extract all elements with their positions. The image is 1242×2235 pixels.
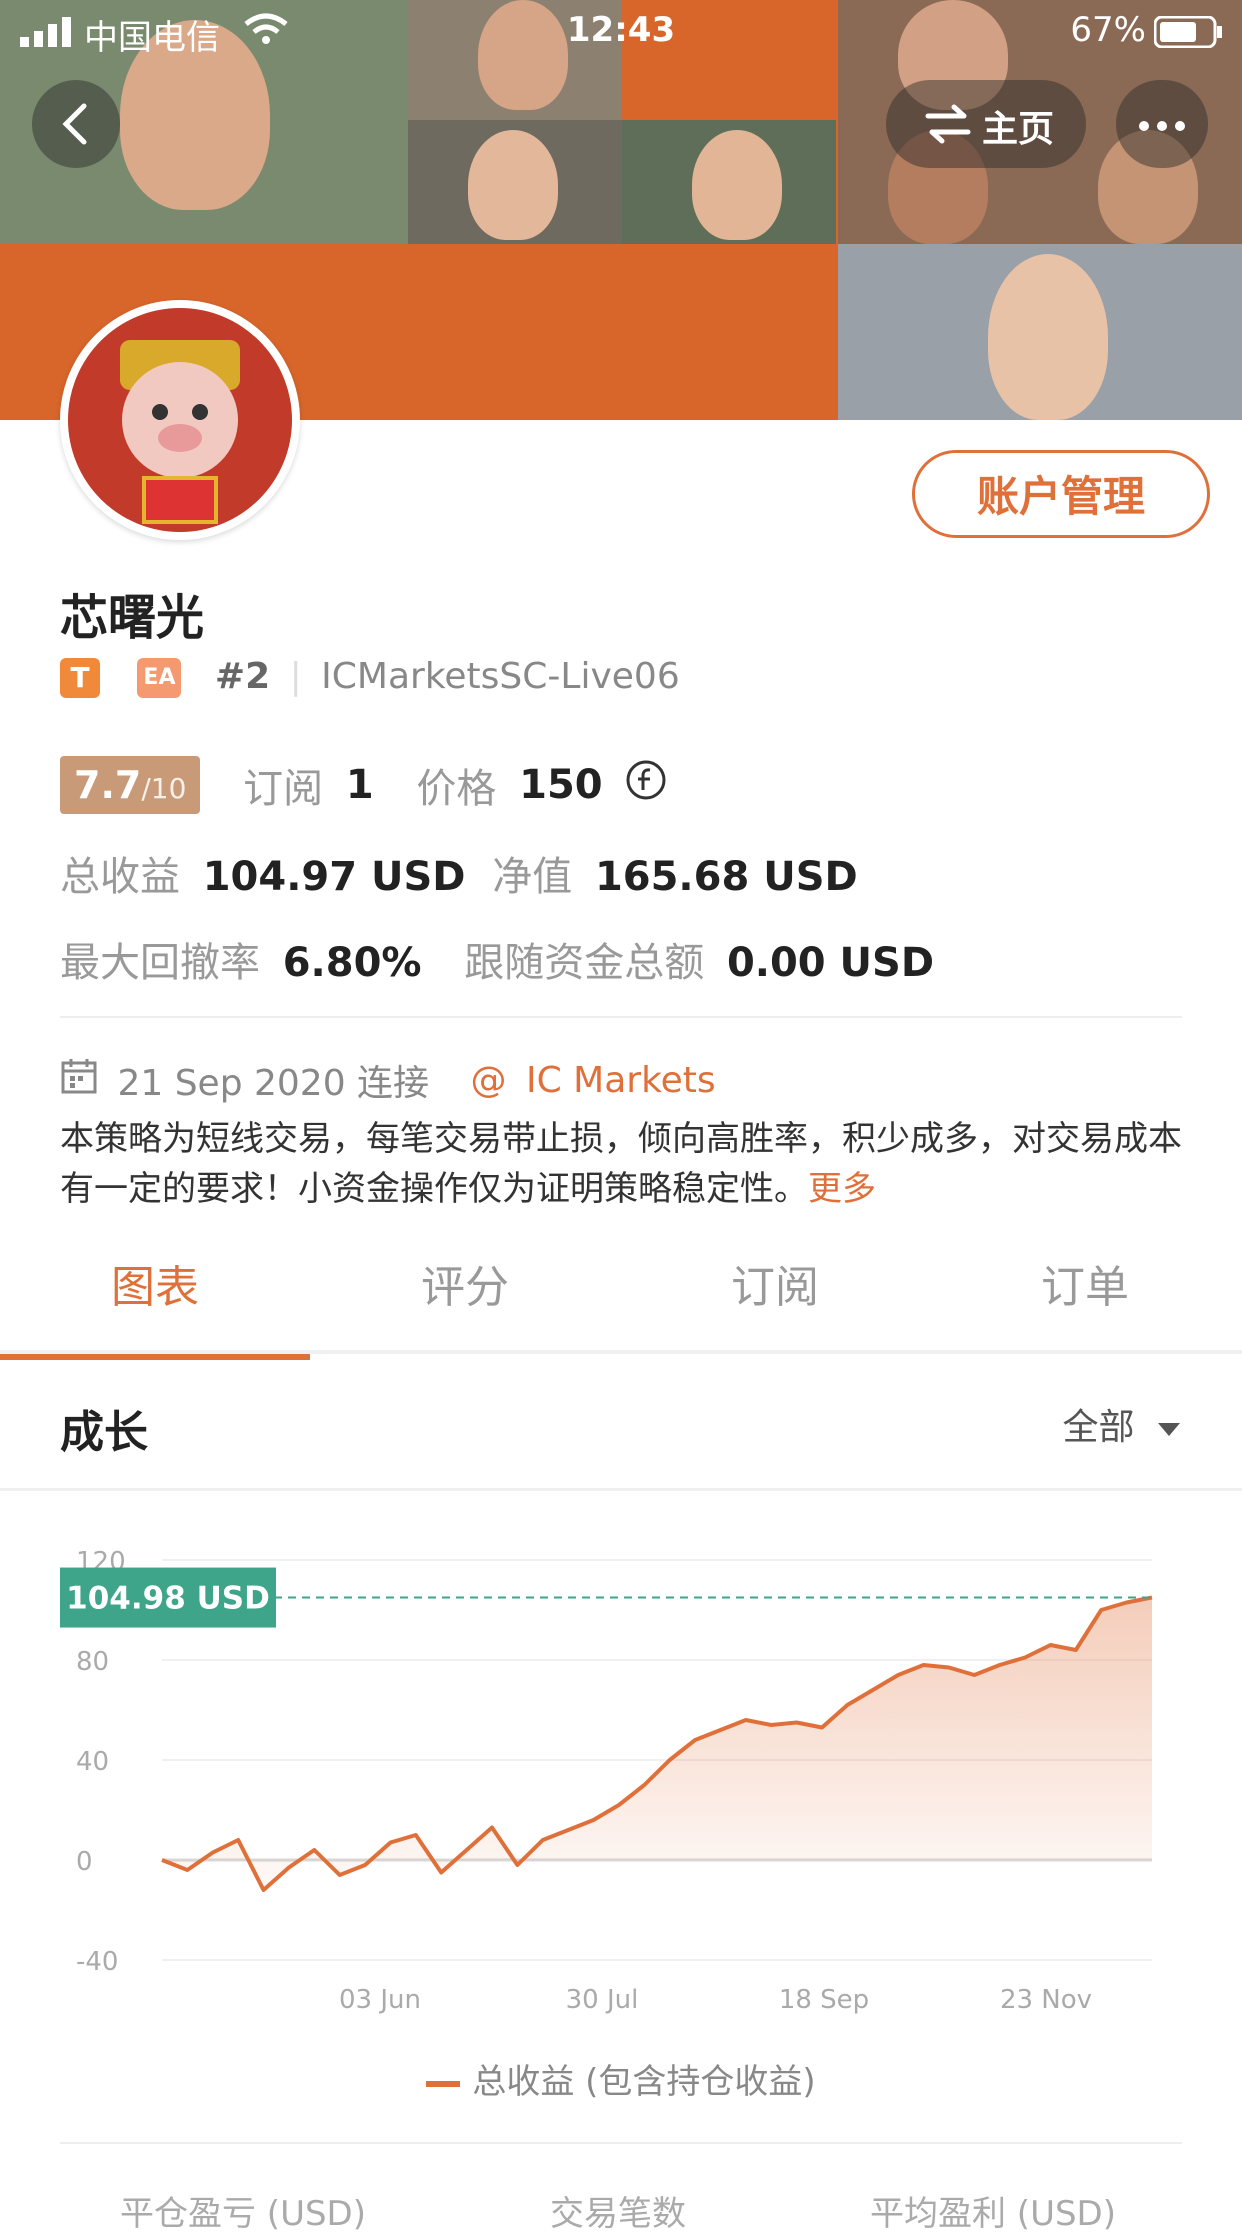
tab-bar: 图表 评分 订阅 订单 [0, 1240, 1242, 1350]
connection-row: 21 Sep 2020 连接 @ IC Markets [60, 1054, 716, 1106]
description-text: 本策略为短线交易，每笔交易带止损，倾向高胜率，积少成多，对交易成本有一定的要求！… [60, 1119, 1182, 1209]
battery-percent: 67% [1070, 10, 1146, 50]
legend-label: 总收益 (包含持仓收益) [472, 2062, 816, 2102]
total-profit-label: 总收益 [60, 854, 180, 900]
rank: #2 [214, 656, 271, 697]
banner-photo [408, 120, 622, 244]
equity-label: 净值 [492, 854, 573, 900]
calendar-icon [60, 1057, 98, 1104]
tab-subscriptions[interactable]: 订阅 [620, 1240, 930, 1336]
banner-photo [622, 120, 836, 244]
swap-icon [925, 104, 971, 144]
current-value-label: 104.98 USD [66, 1581, 270, 1617]
badge-t: T [60, 658, 100, 698]
stat-avg-profit: 平均盈利 (USD) [870, 2194, 1116, 2234]
y-tick-label: 80 [76, 1647, 109, 1677]
broker-link[interactable]: IC Markets [526, 1060, 716, 1101]
x-tick-label: 03 Jun [339, 1985, 421, 2015]
stat-trade-count: 交易笔数 [550, 2194, 686, 2234]
x-tick-label: 18 Sep [779, 1985, 869, 2015]
score-value: 7.7 [74, 763, 142, 807]
x-tick-label: 30 Jul [566, 1985, 639, 2015]
price-value: 150 [519, 762, 603, 808]
x-tick-label: 23 Nov [1000, 1985, 1092, 2015]
subscribe-count: 1 [345, 762, 374, 808]
tab-active-indicator [0, 1354, 310, 1360]
y-tick-label: -40 [76, 1947, 118, 1977]
max-drawdown-label: 最大回撤率 [60, 940, 260, 986]
caret-down-icon [1158, 1423, 1180, 1436]
drawdown-row: 最大回撤率 6.80% 跟随资金总额 0.00 USD [60, 930, 934, 988]
at-icon: @ [470, 1059, 507, 1101]
tab-chart[interactable]: 图表 [0, 1240, 310, 1336]
battery-icon [1153, 15, 1224, 57]
clock: 12:43 [566, 10, 676, 50]
series-area [162, 1597, 1152, 1890]
growth-chart: 12080400-4003 Jun 30 Jul 18 Sep 23 Nov104.9… [60, 1547, 1153, 2015]
price-label: 价格 [416, 766, 497, 812]
divider [0, 1488, 1242, 1491]
stat-closed-pnl: 平仓盈亏 (USD) [120, 2194, 366, 2234]
coin-icon [625, 759, 667, 811]
avatar-image [68, 308, 292, 532]
tab-rating[interactable]: 评分 [310, 1240, 620, 1336]
back-button[interactable] [32, 80, 120, 168]
badge-ea: EA [137, 658, 182, 698]
max-drawdown-value: 6.80% [282, 940, 422, 986]
follow-funds-label: 跟随资金总额 [464, 940, 705, 986]
section-title: 成长 [60, 1407, 148, 1458]
profit-row: 总收益 104.97 USD 净值 165.68 USD [60, 844, 858, 902]
score-badge: 7.7/10 [60, 756, 201, 814]
equity-value: 165.68 USD [594, 854, 858, 900]
avatar[interactable] [60, 300, 300, 540]
range-filter-label: 全部 [1062, 1407, 1135, 1448]
more-button[interactable] [1116, 80, 1208, 168]
home-switch-button[interactable]: 主页 [886, 80, 1086, 168]
total-profit-value: 104.97 USD [202, 854, 466, 900]
separator: | [289, 656, 302, 697]
subscribe-label: 订阅 [243, 766, 324, 812]
follow-funds-value: 0.00 USD [726, 940, 935, 986]
server-name: ICMarketsSC-Live06 [321, 656, 680, 697]
y-tick-label: 40 [76, 1747, 109, 1777]
tags-row: T EA #2 | ICMarketsSC-Live06 [60, 656, 680, 698]
y-tick-label: 0 [76, 1847, 93, 1877]
trader-name: 芯曙光 [60, 590, 205, 646]
home-label: 主页 [982, 109, 1055, 150]
banner-photo [838, 244, 1242, 420]
more-dots-icon [1139, 121, 1185, 131]
chart-legend: 总收益 (包含持仓收益) [0, 2054, 1242, 2103]
chevron-left-icon [62, 103, 87, 145]
range-filter[interactable]: 全部 [1063, 1398, 1182, 1450]
score-row: 7.7/10 订阅 1 价格 150 [60, 756, 667, 814]
strategy-description: 本策略为短线交易，每笔交易带止损，倾向高胜率，积少成多，对交易成本有一定的要求！… [60, 1114, 1190, 1214]
connected-date: 21 Sep 2020 连接 [117, 1063, 430, 1104]
account-manage-button[interactable]: 账户管理 [912, 450, 1210, 538]
score-max: /10 [141, 772, 187, 805]
divider [60, 1016, 1182, 1018]
divider [60, 2142, 1182, 2144]
more-link[interactable]: 更多 [808, 1169, 876, 1209]
legend-swatch [426, 2080, 461, 2087]
status-bar: 中国电信 12:43 67% [0, 0, 1242, 64]
tab-orders[interactable]: 订单 [930, 1240, 1240, 1336]
